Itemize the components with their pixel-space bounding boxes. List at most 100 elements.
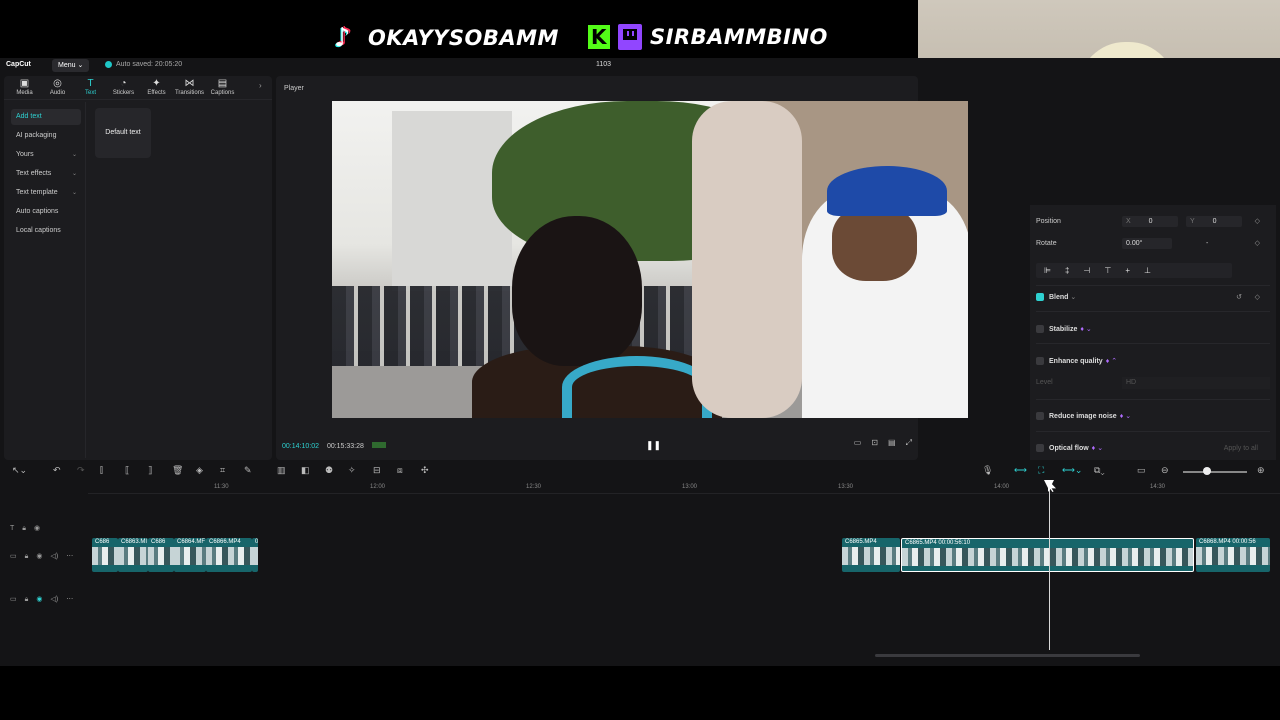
zoom-out-icon[interactable]: ⊖ bbox=[1161, 465, 1169, 476]
mirror-icon[interactable]: ◧ bbox=[301, 465, 310, 476]
category-text-template[interactable]: Text template ⌄ bbox=[11, 185, 81, 201]
zoom-slider-knob[interactable] bbox=[1203, 467, 1211, 475]
ai-tool-icon[interactable]: ✣ bbox=[421, 465, 429, 476]
video-clip[interactable]: C6864.MF bbox=[174, 538, 206, 572]
delete-icon[interactable]: 🗑︎ bbox=[172, 465, 183, 476]
split-left-icon[interactable]: ⟦ bbox=[125, 465, 129, 476]
draw-icon[interactable]: ✎ bbox=[244, 465, 252, 476]
playhead[interactable] bbox=[1049, 484, 1050, 650]
reduce-noise-checkbox[interactable] bbox=[1036, 412, 1044, 421]
redo-icon[interactable]: ↷ bbox=[77, 465, 85, 476]
reset-icon[interactable]: ↺ bbox=[1236, 290, 1242, 306]
category-yours[interactable]: Yours ⌄ bbox=[11, 147, 81, 163]
tab-media[interactable]: ▣ Media bbox=[8, 76, 41, 99]
caption-icon[interactable]: ▭ bbox=[1137, 465, 1146, 476]
align-middle-icon[interactable]: + bbox=[1125, 266, 1130, 275]
track-type-icon: ▭ bbox=[10, 553, 17, 560]
eye-icon[interactable]: ◉ bbox=[36, 553, 42, 560]
tab-effects[interactable]: ✦ Effects bbox=[140, 76, 173, 99]
optical-flow-checkbox[interactable] bbox=[1036, 444, 1044, 453]
category-auto-captions[interactable]: Auto captions bbox=[11, 204, 81, 220]
lock-icon[interactable]: 🔒︎ bbox=[25, 596, 29, 603]
resize-icon[interactable]: ⊟ bbox=[373, 465, 381, 476]
reduce-noise-section[interactable]: Reduce image noise ♦ ⌄ bbox=[1036, 409, 1270, 425]
capcut-window: CapCut Menu ⌄ Auto saved: 20:05:20 1103 … bbox=[0, 58, 1280, 666]
level-select[interactable]: HD bbox=[1122, 377, 1270, 389]
tabs-scroll-arrow-icon[interactable]: › bbox=[259, 81, 262, 90]
transform-icon[interactable]: ⧈ bbox=[397, 465, 403, 476]
video-clip[interactable]: C686 bbox=[92, 538, 118, 572]
timeline-ruler[interactable]: 11:30 12:00 12:30 13:00 13:30 14:00 14:30 bbox=[88, 482, 1280, 494]
blend-checkbox[interactable] bbox=[1036, 293, 1044, 302]
pause-button[interactable]: ❚❚ bbox=[646, 440, 661, 451]
video-clip[interactable]: C6865.MP4 bbox=[842, 538, 900, 572]
tab-transitions[interactable]: ⋈ Transitions bbox=[173, 76, 206, 99]
category-local-captions[interactable]: Local captions bbox=[11, 223, 81, 239]
rotate-field[interactable]: 0.00° bbox=[1122, 238, 1172, 249]
split-icon[interactable]: ⫿ bbox=[100, 465, 103, 476]
enhance-checkbox[interactable] bbox=[1036, 357, 1044, 366]
undo-icon[interactable]: ↶ bbox=[53, 465, 61, 476]
video-clip[interactable]: 0 bbox=[252, 538, 258, 572]
align-bottom-icon[interactable]: ⊥ bbox=[1144, 266, 1151, 275]
magnet-icon[interactable]: ⛶ bbox=[1038, 465, 1044, 476]
stabilize-checkbox[interactable] bbox=[1036, 325, 1044, 334]
category-add-text[interactable]: Add text bbox=[11, 109, 81, 125]
align-left-icon[interactable]: ⊫ bbox=[1044, 266, 1051, 275]
lock-icon[interactable]: 🔒︎ bbox=[25, 553, 29, 560]
apply-to-all-button[interactable]: Apply to all bbox=[1224, 441, 1258, 457]
align-center-icon[interactable]: ‡ bbox=[1065, 266, 1069, 275]
position-y-field[interactable]: Y0 bbox=[1186, 216, 1242, 227]
marker-icon[interactable]: ◈ bbox=[196, 465, 203, 476]
align-right-icon[interactable]: ⊣ bbox=[1083, 266, 1090, 275]
preview-axis-icon[interactable]: ⧉⌄ bbox=[1094, 465, 1105, 476]
eye-icon[interactable]: ◉ bbox=[34, 525, 40, 532]
tab-audio[interactable]: ◎ Audio bbox=[41, 76, 74, 99]
lock-icon[interactable]: 🔒︎ bbox=[22, 525, 26, 532]
audio-icon[interactable]: ◁) bbox=[50, 596, 58, 603]
magic-icon[interactable]: ✧ bbox=[348, 465, 356, 476]
remove-bg-icon[interactable]: ⚉ bbox=[325, 465, 333, 476]
zoom-slider[interactable] bbox=[1183, 471, 1247, 473]
video-preview[interactable] bbox=[332, 101, 968, 418]
timeline-scrollbar[interactable] bbox=[875, 654, 1140, 657]
keyframe-icon[interactable]: ◇ bbox=[1255, 237, 1260, 251]
keyframe-icon[interactable]: ◇ bbox=[1255, 215, 1260, 229]
tab-text[interactable]: T Text bbox=[74, 76, 107, 99]
video-clip[interactable]: C6866.MP4 bbox=[206, 538, 252, 572]
select-tool-icon[interactable]: ↖⌄ bbox=[12, 465, 27, 476]
menu-button[interactable]: Menu ⌄ bbox=[52, 59, 90, 72]
align-top-icon[interactable]: ⊤ bbox=[1104, 266, 1111, 275]
split-right-icon[interactable]: ⟧ bbox=[148, 465, 152, 476]
optical-flow-section[interactable]: Optical flow ♦ ⌄ Apply to all bbox=[1036, 441, 1270, 457]
video-clip[interactable]: C6863.MI bbox=[118, 538, 148, 572]
video-clip[interactable]: C686 bbox=[148, 538, 174, 572]
eye-icon[interactable]: ◉ bbox=[36, 596, 42, 603]
default-text-card[interactable]: Default text bbox=[95, 108, 151, 158]
more-icon[interactable]: ⋯ bbox=[66, 596, 73, 603]
stabilize-section[interactable]: Stabilize ♦ ⌄ bbox=[1036, 322, 1270, 338]
position-x-field[interactable]: X0 bbox=[1122, 216, 1178, 227]
audio-icon[interactable]: ◁) bbox=[50, 553, 58, 560]
ratio-icon[interactable]: ▤ bbox=[888, 438, 896, 448]
enhance-quality-section[interactable]: Enhance quality ♦ ⌃ bbox=[1036, 354, 1270, 370]
fullscreen-icon[interactable]: ⤢ bbox=[906, 438, 912, 448]
more-icon[interactable]: ⋯ bbox=[66, 553, 73, 560]
snap-icon[interactable]: ⟷⌄ bbox=[1062, 465, 1082, 476]
twitch-handle-text: SIRBAMMBINO bbox=[650, 25, 828, 49]
tab-captions[interactable]: ▤ Captions bbox=[206, 76, 239, 99]
category-ai-packaging[interactable]: AI packaging bbox=[11, 128, 81, 144]
aspect-ratio-icon[interactable]: ▭ bbox=[854, 438, 862, 448]
mic-icon[interactable]: 🎙︎ bbox=[982, 465, 993, 476]
category-text-effects[interactable]: Text effects ⌄ bbox=[11, 166, 81, 182]
link-icon[interactable]: ⟷ bbox=[1014, 465, 1027, 476]
video-clip[interactable]: C6865.MP4 00:00:56:10 bbox=[901, 538, 1194, 572]
keyframe-icon[interactable]: ◇ bbox=[1255, 290, 1260, 306]
video-clip[interactable]: C6868.MP4 00:00:56 bbox=[1196, 538, 1270, 572]
blend-section[interactable]: Blend ⌄ ↺ ◇ bbox=[1036, 290, 1270, 306]
zoom-in-icon[interactable]: ⊕ bbox=[1257, 465, 1265, 476]
freeze-icon[interactable]: ▥ bbox=[277, 465, 286, 476]
crop-view-icon[interactable]: ⊡ bbox=[871, 438, 878, 448]
tab-stickers[interactable]: ◔ Stickers bbox=[107, 76, 140, 99]
crop-icon[interactable]: ⌗ bbox=[220, 465, 225, 476]
